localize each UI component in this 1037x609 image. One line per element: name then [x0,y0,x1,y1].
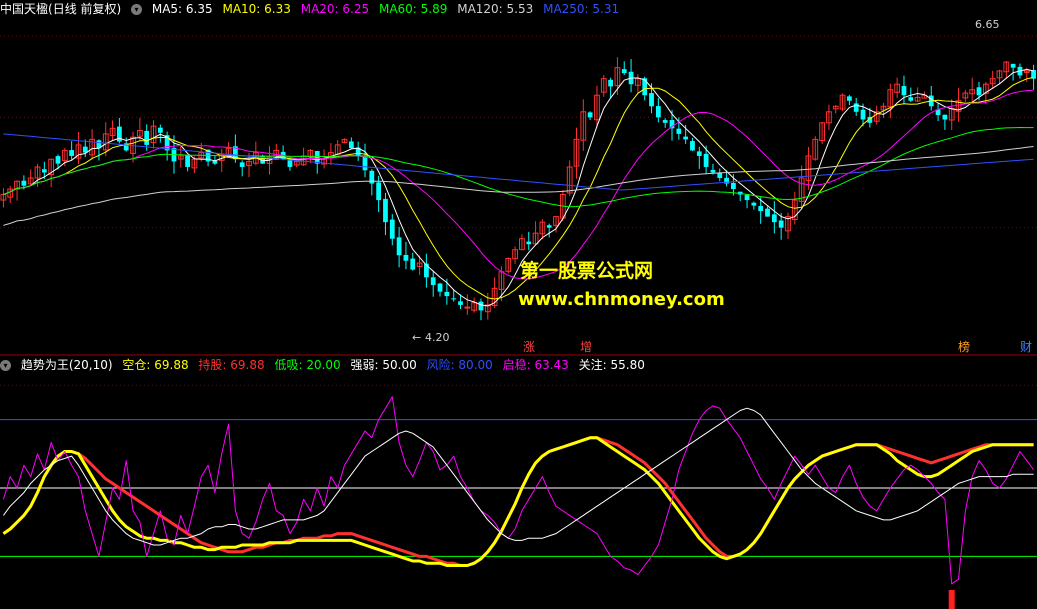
ma120-line [3,146,1034,226]
indicator-fengxian: 风险: 80.00 [426,358,493,372]
event-marker-zhang[interactable]: 涨 [523,340,535,354]
candle-body [430,277,436,286]
candle-body [696,151,702,156]
period-label: (日线 前复权) [48,2,122,16]
candle-body [901,86,907,96]
chigu-line [2,436,1034,567]
candle-body [853,103,859,112]
candle-body [437,283,443,292]
indicator-dixi: 低吸: 20.00 [274,358,341,372]
candle-body [744,194,750,201]
candle-body [383,198,388,223]
low-price-label: 4.20 [425,331,450,344]
candle-body [751,202,757,206]
kongcang-line [2,436,1034,567]
event-marker-bang[interactable]: 榜 [958,340,970,354]
indicator-qiwen: 启稳: 63.43 [502,358,569,372]
candle-body [55,156,61,164]
qiwen-line [2,396,1035,585]
candle-body [642,78,648,96]
chevron-down-icon[interactable]: ▾ [131,4,143,15]
candle-body [157,127,163,133]
low-price-arrow: ← [412,331,422,344]
candle-body [451,298,457,300]
candle-body [444,291,450,297]
ma250-label: MA250: 5.31 [543,2,620,16]
signal-bar [948,590,955,609]
ma20-label: MA20: 6.25 [300,2,370,16]
candle-body [649,93,654,107]
stock-chart-window: 中国天楹(日线 前复权) ▾ MA5: 6.35 MA10: 6.33 MA20… [0,0,1037,609]
candle-body [731,182,736,190]
candle-body [69,150,75,156]
candle-body [860,109,866,120]
ma60-line [3,126,1034,208]
candle-body [778,220,784,228]
candle-body [942,114,948,120]
candle-body [1010,63,1016,68]
indicator-qiangruo: 强弱: 50.00 [350,358,417,372]
candle-body [478,301,484,311]
candle-body [239,162,245,167]
candle-body [976,87,982,96]
candle-body [314,150,320,164]
candle-body [287,160,293,167]
indicator-header: ▾ 趋势为王(20,10) 空仓: 69.88 持股: 69.88 低吸: 20… [0,356,651,374]
event-marker-cai[interactable]: 财 [1020,340,1032,354]
candle-body [464,306,471,309]
candle-body [587,112,593,118]
candle-body [21,180,27,186]
candle-body [389,219,395,239]
candle-body [144,130,150,145]
candle-body [758,206,764,212]
candle-body [710,169,716,173]
candle-body [765,208,770,217]
ma10-line [3,76,1034,300]
indicator-guanzhu: 关注: 55.80 [578,358,645,372]
candle-body [546,225,552,228]
guanzhu-line [2,407,1034,546]
watermark-title: 第一股票公式网 [520,260,654,282]
ma120-label: MA120: 5.53 [457,2,534,16]
ma10-label: MA10: 6.33 [222,2,291,16]
indicator-kongcang: 空仓: 69.88 [122,358,189,372]
candle-body [396,237,402,256]
ma5-label: MA5: 6.35 [151,2,213,16]
candle-body [662,120,668,123]
event-marker-zeng[interactable]: 增 [580,340,592,354]
candle-body [846,96,852,101]
chevron-down-icon[interactable]: ▾ [0,360,11,371]
candle-body [185,155,191,167]
candle-body [362,155,368,171]
candle-body [348,141,354,149]
price-header: 中国天楹(日线 前复权) ▾ MA5: 6.35 MA10: 6.33 MA20… [0,0,625,18]
ma5-line [3,68,1034,307]
candle-body [676,128,682,134]
candle-body [771,214,777,223]
candle-body [608,79,613,87]
candle-body [690,141,695,151]
stock-name: 中国天楹 [0,2,49,16]
candle-body [376,182,382,201]
high-price-label: 6.65 [975,18,1000,31]
ma60-label: MA60: 5.89 [378,2,448,16]
candle-body [458,301,463,305]
indicator-name: 趋势为王(20,10) [20,358,113,372]
candle-body [908,97,914,101]
candle-body [410,258,416,270]
candle-body [41,169,47,173]
candle-body [526,241,532,245]
candle-body [655,106,661,118]
candle-body [621,69,627,74]
candle-body [703,153,709,167]
candle-body [403,254,409,261]
watermark-url: www.chnmoney.com [518,289,725,310]
indicator-chigu: 持股: 69.88 [198,358,265,372]
candle-body [683,136,689,140]
